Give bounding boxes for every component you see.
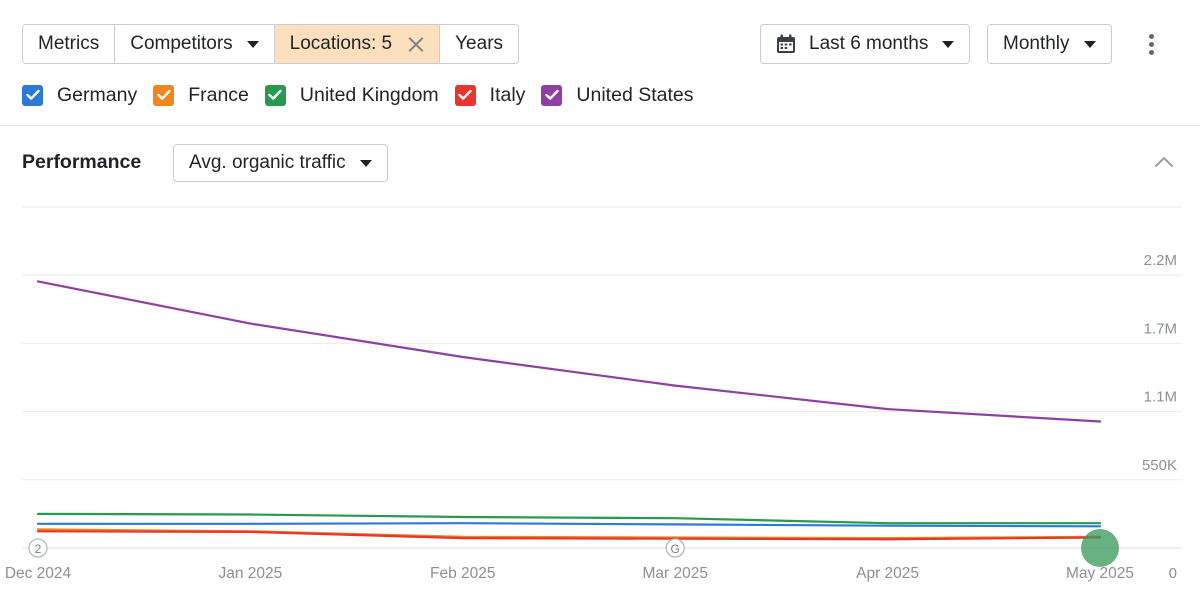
checkbox-icon[interactable]: [264, 84, 286, 106]
more-options-icon[interactable]: [1140, 30, 1162, 58]
years-label: Years: [455, 33, 504, 54]
legend-item-france[interactable]: France: [153, 84, 249, 107]
x-tick-label: May 2025: [1066, 565, 1134, 582]
x-tick-label: Jan 2025: [219, 565, 283, 582]
legend-label: Germany: [57, 83, 138, 106]
chevron-down-icon: [359, 159, 372, 167]
y-tick-label: 0: [1169, 565, 1177, 582]
filter-toolbar: Metrics Competitors Locations: 5 Years: [22, 24, 520, 64]
chevron-down-icon: [942, 40, 955, 48]
metric-label: Avg. organic traffic: [189, 152, 346, 173]
legend-label: United Kingdom: [299, 83, 439, 106]
filter-segment-group: Metrics Competitors Locations: 5 Years: [22, 24, 520, 64]
x-tick-label: Dec 2024: [5, 565, 72, 582]
locations-label: Locations: 5: [289, 33, 393, 54]
locations-filter-button[interactable]: Locations: 5: [274, 25, 441, 63]
performance-title: Performance: [22, 151, 142, 173]
series-line-italy: [36, 530, 1102, 541]
series-line-united-kingdom: [36, 512, 1102, 525]
years-button[interactable]: Years: [440, 25, 519, 63]
series-line-united-states: [36, 280, 1102, 423]
chevron-down-icon: [1083, 40, 1096, 48]
date-range-label: Last 6 months: [809, 33, 929, 54]
checkbox-icon[interactable]: [22, 84, 43, 106]
legend-label: Italy: [489, 83, 526, 106]
legend-label: United States: [576, 83, 694, 106]
legend-item-united-kingdom[interactable]: United Kingdom: [264, 83, 439, 107]
legend-item-united-states[interactable]: United States: [541, 83, 694, 107]
x-tick-label: Feb 2025: [430, 565, 496, 582]
performance-chart: 0 550K 1.1M 1.7M 2.2M Dec 2024 Jan 2025 Feb 202…: [5, 206, 1182, 582]
date-range-dropdown[interactable]: Last 6 months: [760, 24, 971, 64]
y-tick-label: 1.1M: [1144, 389, 1177, 406]
hover-point-marker: [1081, 529, 1119, 567]
calendar-icon: [777, 34, 795, 53]
close-icon[interactable]: [408, 36, 424, 52]
legend-label: France: [188, 83, 249, 106]
y-tick-label: 1.7M: [1144, 320, 1177, 337]
section-divider: [0, 125, 1200, 126]
checkbox-icon[interactable]: [454, 84, 476, 106]
chevron-down-icon: [246, 40, 259, 48]
legend-item-germany[interactable]: Germany: [22, 84, 137, 107]
metrics-label: Metrics: [38, 33, 100, 54]
checkbox-icon[interactable]: [153, 84, 175, 106]
y-tick-label: 2.2M: [1144, 252, 1177, 269]
legend-item-italy[interactable]: Italy: [454, 83, 526, 107]
interval-label: Monthly: [1003, 33, 1070, 54]
annotation-label: G: [671, 542, 680, 556]
annotation-label: 2: [35, 542, 42, 556]
competitors-dropdown[interactable]: Competitors: [115, 25, 275, 63]
chevron-up-icon[interactable]: [1152, 152, 1176, 172]
metric-dropdown[interactable]: Avg. organic traffic: [173, 144, 388, 182]
y-tick-label: 550K: [1142, 457, 1177, 474]
checkbox-icon[interactable]: [541, 84, 563, 106]
metrics-button[interactable]: Metrics: [23, 25, 116, 63]
competitors-label: Competitors: [130, 33, 233, 54]
interval-dropdown[interactable]: Monthly: [987, 24, 1112, 64]
location-legend: Germany France United Kingdom Italy Unit…: [22, 82, 710, 108]
x-tick-label: Mar 2025: [642, 565, 707, 582]
x-tick-label: Apr 2025: [856, 565, 919, 582]
